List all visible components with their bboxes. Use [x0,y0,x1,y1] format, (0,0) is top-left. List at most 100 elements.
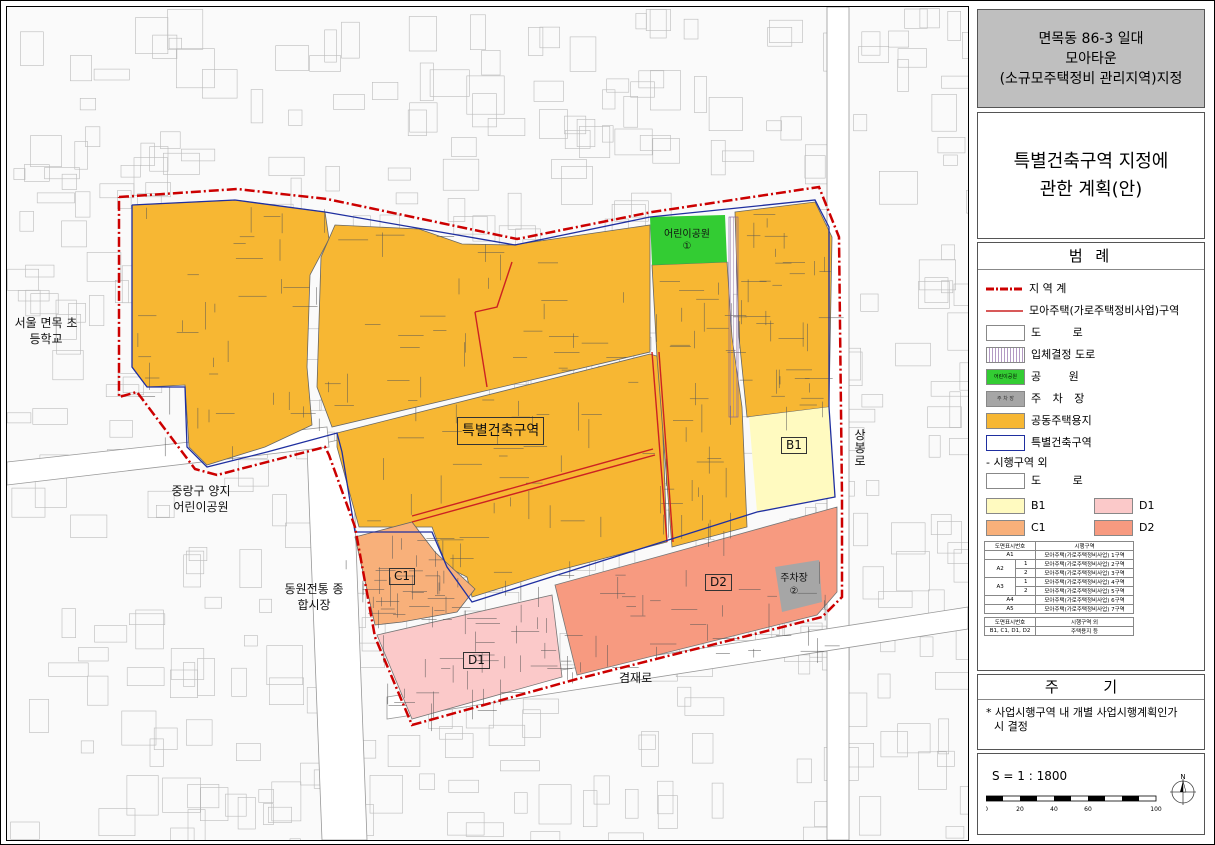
background-parcel [87,675,109,706]
background-parcel [259,598,272,613]
background-parcel [533,80,564,102]
background-parcel [721,150,755,162]
background-parcel [896,551,930,592]
table-row: A2 1 모아주택(가로주택정비사업) 2구역 [983,559,1134,578]
boundary-swatch-icon [986,287,1023,291]
notes-title: 주 기 [978,675,1204,700]
background-parcel [601,125,614,143]
elevated-road-strip [728,216,739,418]
table-cell: 도면표시번호 [983,617,1037,627]
background-parcel [936,521,962,554]
background-parcel [89,295,105,326]
background-parcel [937,137,966,154]
legend-item-d2: D2 [1094,519,1154,537]
background-parcel [109,420,133,438]
background-parcel [564,130,591,149]
label-parking: 주차장 ② [769,572,819,598]
background-parcel [7,412,32,424]
scale-text: S = 1 : 1800 [992,769,1068,783]
background-parcel [766,120,782,132]
background-parcel [285,522,313,548]
table-cell: 2 [1015,586,1037,596]
background-parcel [683,18,699,40]
north-arrow-icon: N [1170,773,1196,805]
background-parcel [170,827,195,840]
background-parcel [614,128,653,156]
legend-label-park: 공 원 [1031,370,1079,383]
background-parcel [861,31,881,56]
background-parcel [447,198,466,222]
background-parcel [19,211,34,232]
title-box: 면목동 86-3 일대 모아타운 (소규모주택정비 관리지역)지정 [977,9,1205,108]
background-parcel [244,635,258,647]
legend-item-outside-road: 도 로 [986,472,1083,490]
background-parcel [862,566,885,600]
notes-line1: * 사업시행구역 내 개별 사업시행계획인가 [986,706,1178,719]
background-parcel [98,808,136,836]
background-parcel [93,68,130,81]
background-parcel [442,158,480,191]
zone-b1 [749,407,835,512]
label-b1: B1 [781,437,807,454]
label-yangji-park: 중랑구 양지 어린이공원 [171,484,231,514]
background-parcel [20,31,44,66]
background-parcel [25,289,41,317]
scale-segment [1122,796,1139,801]
background-parcel [61,220,87,248]
background-parcel [17,290,50,302]
legend-title: 범 례 [978,243,1204,270]
background-parcel [941,244,955,260]
zone-table-header-code: 도면표시번호 [983,541,1037,551]
scale-tick-label: 40 [1050,806,1058,813]
background-parcel [891,522,926,555]
background-parcel [652,138,680,164]
background-parcel [569,36,597,72]
background-parcel [170,648,205,680]
label-c1: C1 [389,568,416,585]
legend-item-special: 특별건축구역 [986,434,1092,452]
background-parcel [451,137,477,157]
background-parcel [694,76,707,114]
background-parcel [878,171,918,205]
background-parcel [135,17,169,54]
zone-table-footer-row: B1, C1, D1, D2 주택용지 등 [983,626,1134,636]
subtitle-line2: 관한 계획(안) [1039,178,1143,200]
background-parcel [927,589,945,615]
label-sangbong-road: 상봉로 [854,428,866,468]
background-parcel [858,45,890,63]
background-parcel [804,155,826,179]
scale-segment [986,796,1003,801]
background-parcel [560,166,593,205]
background-parcel [186,719,213,746]
background-parcel [181,148,216,162]
map-area[interactable]: 서울 면목 초등학교 중랑구 양지 어린이공원 동원전통 종합시장 특별건축구역… [6,6,969,841]
notes-line2: 시 결정 [994,720,1028,733]
background-parcel [638,70,665,89]
label-special-zone: 특별건축구역 [457,417,545,445]
legend-label-c1: C1 [1031,521,1046,534]
zone-table-header-area: 시행구역 [1035,541,1134,551]
table-cell: 모아주택(가로주택정비사업) 1구역 [1035,550,1134,560]
background-parcel [897,59,909,92]
road-swatch-icon [986,325,1025,341]
legend-item-parking: 주 차 장 주 차 장 [986,390,1084,408]
background-parcel [708,97,743,132]
background-parcel [115,279,129,303]
table-cell: A1 [983,550,1037,560]
housing-swatch-icon [986,413,1025,429]
notes-text: * 사업시행구역 내 개별 사업시행계획인가 시 결정 [978,700,1204,740]
background-parcel [877,673,891,699]
title-line2: 모아타운 [1065,50,1117,67]
background-parcel [176,48,215,89]
background-parcel [333,94,365,110]
background-parcel [507,192,522,230]
background-parcel [860,293,879,312]
background-parcel [448,779,479,793]
background-parcel [649,9,667,39]
background-parcel [202,69,238,99]
table-cell: A5 [983,604,1037,614]
background-parcel [237,796,256,830]
table-cell: B1, C1, D1, D2 [983,626,1037,636]
background-parcel [538,784,572,825]
zone-table-footer-header: 도면표시번호 시행구역 외 [983,617,1134,627]
